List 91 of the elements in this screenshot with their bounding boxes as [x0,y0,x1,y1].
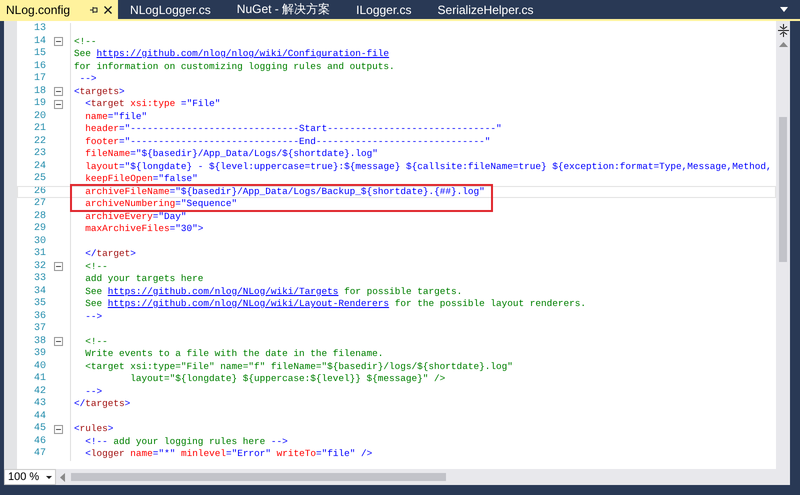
code-line: layout="${longdate} - ${level:uppercase=true}:${message} ${callsite:fileName=true} ${exception:format=Type,Message,Method, [84,160,773,173]
line-number: 19 [32,98,46,110]
vertical-scrollbar[interactable] [776,21,790,469]
line-number: 15 [32,48,46,60]
scrollbar-thumb[interactable] [779,117,787,262]
code-line: <!-- [84,260,109,273]
close-icon[interactable] [104,6,112,14]
code-line: </targets> [74,398,132,410]
splitter-icon[interactable] [778,24,788,37]
code-line: <!-- [74,36,98,48]
code-line: Write events to a file with the date in the filename. [84,348,384,360]
code-line: See https://github.com/nlog/NLog/wiki/Layout-Renderers for the possible layout renderers. [84,298,587,310]
code-line: --> [84,310,104,323]
zoom-dropdown[interactable]: 100 % [4,469,56,485]
line-number: 17 [32,73,46,86]
code-line: </target> [84,248,137,260]
code-line: keepFileOpen="false" [84,173,199,186]
link[interactable]: https://github.com/nlog/nlog/wiki/Configuration-file [96,48,390,59]
link[interactable]: https://github.com/nlog/NLog/wiki/Targets [108,286,338,296]
line-number: 21 [32,123,46,136]
code-line: <target xsi:type ="File" [84,98,222,110]
line-number: 20 [32,110,46,123]
line-number: 37 [32,323,46,336]
line-number: 34 [32,286,46,298]
code-line: <rules> [74,423,114,436]
line-number: 39 [32,348,46,360]
code-line: <!-- [84,336,109,348]
line-number: 24 [32,160,46,173]
line-number: 25 [32,173,46,186]
line-number: 38 [32,336,46,348]
collapse-icon[interactable] [54,424,62,434]
line-number: 23 [32,148,46,160]
scrollbar-thumb[interactable] [71,473,446,481]
code-line: See https://github.com/nlog/nlog/wiki/Configuration-file [74,48,390,60]
code-line: header="------------------------------Start------------------------------" [84,123,503,136]
code-line: maxArchiveFiles="30"> [84,223,204,236]
collapse-icon[interactable] [54,337,62,346]
line-number: 43 [32,398,46,410]
line-number: 31 [32,248,46,260]
line-number: 46 [32,436,46,448]
editor-tab[interactable]: NLogLogger.cs [118,0,225,19]
collapse-icon[interactable] [54,37,62,46]
code-line: for information on customizing logging rules and outputs. [74,60,396,73]
code-line: archiveNumbering="Sequence" [84,198,238,210]
line-number: 29 [32,223,46,236]
code-line: layout="${longdate} ${uppercase:${level}} ${message}" /> [129,373,446,386]
line-number: 27 [32,198,46,210]
line-number: 35 [32,298,46,310]
code-line: archiveEvery="Day" [84,210,188,223]
editor-tab[interactable]: NLog.config [0,0,118,19]
caret-icon [46,476,52,478]
code-line: --> [84,386,104,398]
line-number: 22 [32,136,46,148]
line-number: 47 [32,448,46,460]
line-number: 45 [32,423,46,436]
line-number: 36 [32,310,46,323]
code-line: name="file" [84,110,148,123]
code-line: fileName="${basedir}/App_Data/Logs/${shortdate}.log" [84,148,379,160]
editor-tab[interactable]: ILogger.cs [344,0,426,19]
line-number: 42 [32,386,46,398]
scroll-up-icon[interactable] [778,42,788,47]
editor-tab[interactable]: NuGet - 解决方案 [224,0,344,19]
line-number: 30 [32,236,46,248]
scroll-left-icon[interactable] [60,472,65,482]
line-number: 41 [32,373,46,386]
line-number: 33 [32,273,46,286]
horizontal-scrollbar[interactable] [56,469,790,485]
code-line: <targets> [74,86,126,98]
line-number: 16 [32,60,46,73]
pin-icon[interactable] [90,6,98,14]
link[interactable]: https://github.com/nlog/NLog/wiki/Layout-Renderers [108,298,390,309]
line-number: 32 [32,260,46,273]
code-line: add your targets here [84,273,204,286]
collapse-icon[interactable] [54,87,62,96]
line-number: 28 [32,210,46,223]
line-number: 13 [32,23,46,36]
collapse-icon[interactable] [54,262,62,272]
code-line: See https://github.com/nlog/NLog/wiki/Targets for possible targets. [84,286,464,298]
editor-tab[interactable]: SerializeHelper.cs [426,0,548,19]
line-number: 18 [32,86,46,98]
code-line: footer="------------------------------End------------------------------" [84,136,492,148]
code-line: <logger name="*" minlevel="Error" writeTo="file" /> [84,448,374,460]
code-line: --> [78,73,98,86]
line-number: 14 [32,36,46,48]
code-line: <!-- add your logging rules here --> [84,436,289,448]
dropdown-arrow-icon[interactable] [780,7,788,12]
line-number: 40 [32,360,46,373]
line-number: 44 [32,410,46,423]
collapse-icon[interactable] [54,100,62,109]
code-line: archiveFileName="${basedir}/App_Data/Logs/Backup_${shortdate}.{##}.log" [84,186,486,198]
code-line: <target xsi:type="File" name="f" fileName="${basedir}/logs/${shortdate}.log" [84,360,514,373]
